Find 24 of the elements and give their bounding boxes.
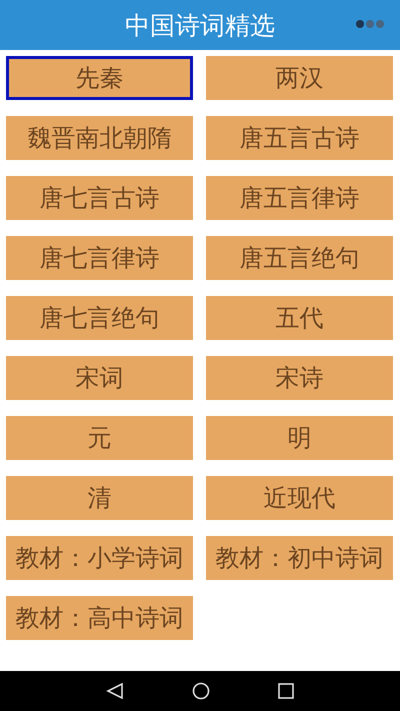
back-icon[interactable] <box>106 682 124 700</box>
category-button[interactable]: 宋诗 <box>206 356 393 400</box>
category-button[interactable]: 近现代 <box>206 476 393 520</box>
category-button[interactable]: 唐五言律诗 <box>206 176 393 220</box>
category-button[interactable]: 唐五言绝句 <box>206 236 393 280</box>
category-button[interactable]: 唐五言古诗 <box>206 116 393 160</box>
category-button[interactable]: 唐七言绝句 <box>6 296 193 340</box>
more-icon[interactable] <box>356 19 384 29</box>
home-icon[interactable] <box>192 682 210 700</box>
category-button[interactable]: 教材：初中诗词 <box>206 536 393 580</box>
category-button[interactable]: 魏晋南北朝隋 <box>6 116 193 160</box>
category-button[interactable]: 五代 <box>206 296 393 340</box>
category-button[interactable]: 明 <box>206 416 393 460</box>
category-button[interactable]: 唐七言古诗 <box>6 176 193 220</box>
category-button[interactable]: 教材：高中诗词 <box>6 596 193 640</box>
app-title: 中国诗词精选 <box>125 10 275 42</box>
recents-icon[interactable] <box>278 683 294 699</box>
category-button[interactable]: 唐七言律诗 <box>6 236 193 280</box>
category-button[interactable]: 清 <box>6 476 193 520</box>
category-button[interactable]: 教材：小学诗词 <box>6 536 193 580</box>
category-button[interactable]: 两汉 <box>206 56 393 100</box>
category-button[interactable]: 先秦 <box>6 56 193 100</box>
category-button[interactable]: 宋词 <box>6 356 193 400</box>
category-button[interactable]: 元 <box>6 416 193 460</box>
